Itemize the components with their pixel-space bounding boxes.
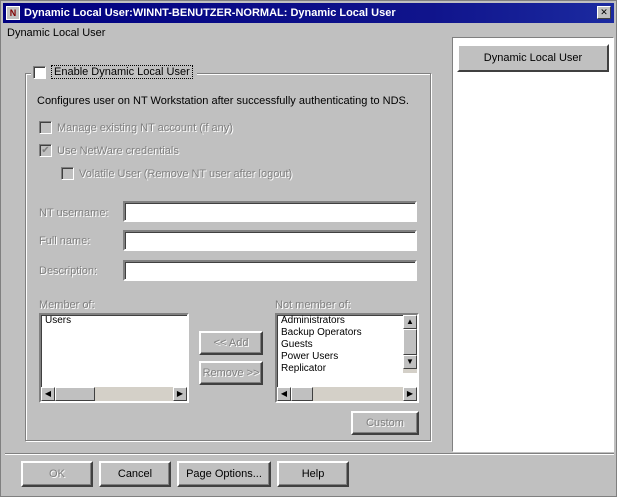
description-text: Configures user on NT Workstation after … [37,95,409,107]
scroll-down-icon[interactable]: ▼ [403,355,417,369]
panel-label: Dynamic Local User [7,27,106,39]
list-item[interactable]: Power Users [277,351,417,363]
volatile-user-label: Volatile User (Remove NT user after logo… [79,167,293,180]
description-label: Description: [39,265,98,277]
nt-username-input[interactable] [123,201,417,222]
close-icon[interactable]: ✕ [597,6,611,19]
scroll-thumb[interactable] [55,387,95,401]
list-item[interactable]: Replicator [277,363,417,375]
fullname-label: Full name: [39,235,91,247]
enable-dynamic-local-user-checkbox[interactable]: Enable Dynamic Local User [31,65,197,79]
list-item[interactable]: Users [41,315,187,327]
manage-existing-checkbox: Manage existing NT account (if any) [39,121,233,134]
window-title: Dynamic Local User:WINNT-BENUTZER-NORMAL… [24,7,396,19]
not-member-of-vscrollbar[interactable]: ▲ ▼ [403,315,417,373]
volatile-user-box [61,167,74,180]
custom-button[interactable]: Custom [351,411,419,435]
title-bar[interactable]: N Dynamic Local User:WINNT-BENUTZER-NORM… [3,3,614,23]
help-button[interactable]: Help [277,461,349,487]
scroll-thumb[interactable] [291,387,313,401]
ok-button[interactable]: OK [21,461,93,487]
enable-checkbox-label[interactable]: Enable Dynamic Local User [51,65,193,79]
dialog-window: N Dynamic Local User:WINNT-BENUTZER-NORM… [0,0,617,497]
list-item[interactable]: Guests [277,339,417,351]
scroll-left-icon[interactable]: ◀ [41,387,55,401]
scroll-up-icon[interactable]: ▲ [403,315,417,329]
manage-existing-label: Manage existing NT account (if any) [57,121,233,134]
not-member-of-list[interactable]: Administrators Backup Operators Guests P… [275,313,419,403]
use-netware-label: Use NetWare credentials [57,144,179,157]
use-netware-box: ✔ [39,144,52,157]
member-of-label: Member of: [39,299,95,311]
manage-existing-box [39,121,52,134]
cancel-button[interactable]: Cancel [99,461,171,487]
enable-checkbox-box[interactable] [33,65,46,79]
list-item[interactable]: Administrators [277,315,417,327]
not-member-of-hscrollbar[interactable]: ◀ ▶ [277,387,417,401]
scroll-thumb[interactable] [403,329,417,355]
use-netware-checkbox: ✔ Use NetWare credentials [39,144,179,157]
add-button[interactable]: << Add [199,331,263,355]
volatile-user-checkbox: Volatile User (Remove NT user after logo… [61,167,292,180]
scroll-left-icon[interactable]: ◀ [277,387,291,401]
member-of-list[interactable]: Users ◀ ▶ [39,313,189,403]
description-input[interactable] [123,260,417,281]
separator [5,453,614,455]
list-item[interactable]: Backup Operators [277,327,417,339]
app-icon: N [6,6,20,20]
scroll-right-icon[interactable]: ▶ [403,387,417,401]
member-of-hscrollbar[interactable]: ◀ ▶ [41,387,187,401]
nt-username-label: NT username: [39,207,109,219]
fullname-input[interactable] [123,230,417,251]
remove-button[interactable]: Remove >> [199,361,263,385]
page-options-button[interactable]: Page Options... [177,461,271,487]
not-member-of-label: Not member of: [275,299,351,311]
scroll-right-icon[interactable]: ▶ [173,387,187,401]
nav-item-dynamic-local-user[interactable]: Dynamic Local User [457,44,609,72]
page-navigation-pane: Dynamic Local User [452,37,614,452]
